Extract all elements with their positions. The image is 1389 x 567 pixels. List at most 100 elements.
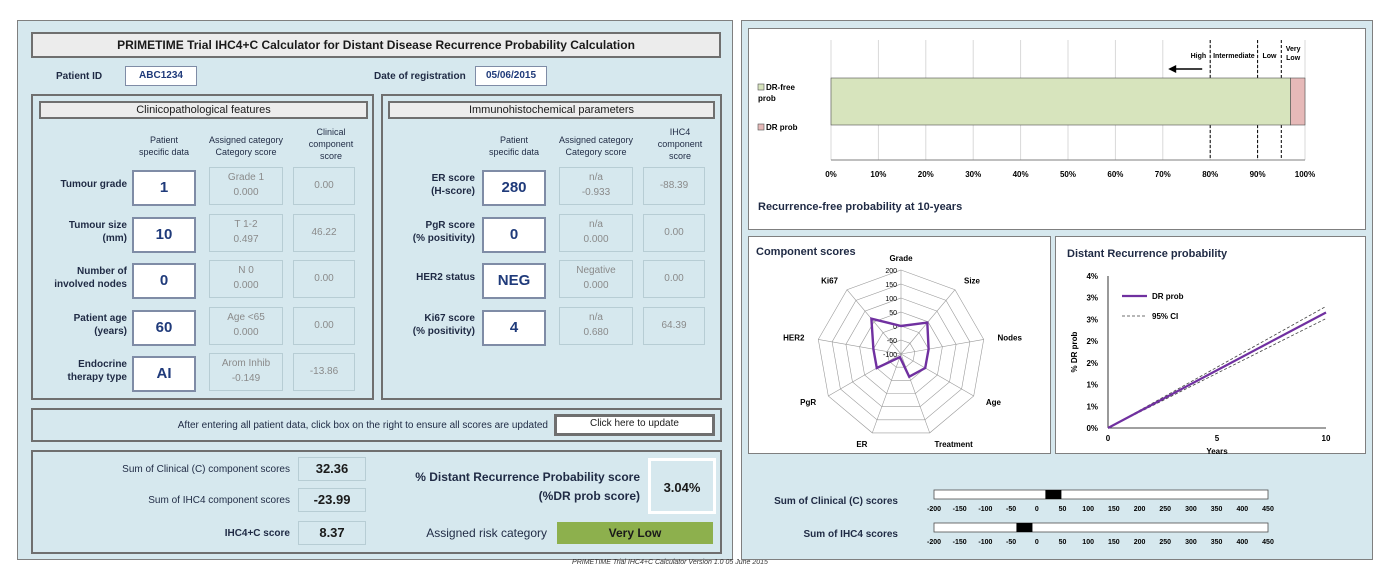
- x-tick-label: 50%: [1060, 170, 1076, 179]
- clinical-component-score: 0.00: [293, 307, 355, 345]
- clinical-col-assigned: Assigned category Category score: [208, 135, 284, 157]
- ihc-section-header: Immunohistochemical parameters: [388, 101, 715, 119]
- clinical-value-input[interactable]: 0: [132, 263, 196, 299]
- clinical-row-label: Tumour size (mm): [68, 220, 127, 244]
- radar-axis-label: Nodes: [998, 333, 1023, 342]
- ihc-row-label: HER2 status: [416, 272, 475, 283]
- scale-tick-label: 250: [1159, 506, 1171, 513]
- radar-axis-label: Grade: [889, 254, 913, 263]
- clinical-row-label: Number of involved nodes: [54, 266, 127, 290]
- clinical-value-input[interactable]: AI: [132, 356, 196, 392]
- clinical-value-input[interactable]: 60: [132, 310, 196, 346]
- x-tick-label: 10%: [870, 170, 886, 179]
- recurrence-free-chart-svg: 0% 10% 20% 30% 40% 50% 60% 70% 80% 90% 100% High Int…: [757, 40, 1315, 213]
- ihc-value-input[interactable]: 0: [482, 217, 546, 253]
- legend-label: DR prob: [1152, 292, 1184, 301]
- x-tick-label: 0: [1106, 434, 1111, 443]
- bar-dr-free: [830, 77, 1291, 126]
- radar-axis-label: Age: [986, 398, 1002, 407]
- ihc-value-input[interactable]: 4: [482, 310, 546, 346]
- x-tick-label: 90%: [1250, 170, 1266, 179]
- radar-tick-label: 200: [885, 268, 897, 275]
- scale-tick-label: 50: [1059, 539, 1067, 546]
- clinical-row-label: Endocrine therapy type: [67, 359, 127, 383]
- x-tick-label: 20%: [918, 170, 934, 179]
- x-tick-label: 0%: [825, 170, 837, 179]
- clinical-assigned-category: Grade 1 0.000: [209, 167, 283, 205]
- ihc-value-input[interactable]: NEG: [482, 263, 546, 299]
- x-tick-label: 70%: [1155, 170, 1171, 179]
- clinical-sum-label: Sum of Clinical (C) component scores: [122, 464, 290, 475]
- zone-label: High: [1191, 53, 1207, 60]
- radar-series: [870, 317, 930, 379]
- radar-tick-label: -50: [887, 338, 897, 345]
- ihc4c-score-label: IHC4+C score: [224, 528, 290, 539]
- scale-tick-label: 100: [1082, 506, 1094, 513]
- radar-tick-label: 50: [889, 310, 897, 317]
- chart-title: Component scores: [756, 246, 856, 258]
- y-tick-label: 1%: [1086, 402, 1098, 411]
- radar-axis-label: Treatment: [935, 440, 974, 449]
- ihc-assigned-category: n/a 0.680: [559, 307, 633, 345]
- scale-tick-label: -150: [953, 539, 967, 546]
- registration-date-input[interactable]: 05/06/2015: [475, 66, 547, 86]
- ihc-assigned-category: n/a 0.000: [559, 214, 633, 252]
- scale-tick-label: 150: [1108, 539, 1120, 546]
- clinical-value-input[interactable]: 10: [132, 217, 196, 253]
- clinical-component-score: 0.00: [293, 260, 355, 298]
- clinical-component-score: 46.22: [293, 214, 355, 252]
- y-tick-label: 0%: [1086, 424, 1098, 433]
- radar-axis-label: Size: [964, 276, 981, 285]
- scale-tick-label: -50: [1006, 506, 1016, 513]
- ihc-col-patient: Patient specific data: [488, 135, 540, 157]
- scale-tick-label: 450: [1262, 506, 1274, 513]
- y-tick-label: 4%: [1086, 272, 1098, 281]
- x-tick-label: 40%: [1013, 170, 1029, 179]
- radar-spoke: [828, 353, 902, 397]
- y-tick-label: 3%: [1086, 294, 1098, 303]
- zone-label: Intermediate: [1213, 53, 1255, 60]
- scale-tick-label: 400: [1236, 539, 1248, 546]
- ihc4-scale-label: Sum of IHC4 scores: [803, 529, 898, 540]
- scale-tick-label: 250: [1159, 539, 1171, 546]
- update-instruction: After entering all patient data, click b…: [177, 420, 548, 431]
- clinical-component-score: -13.86: [293, 353, 355, 391]
- scale-tick-label: 50: [1059, 506, 1067, 513]
- legend-label: 95% CI: [1152, 312, 1178, 321]
- patient-id-input[interactable]: ABC1234: [125, 66, 197, 86]
- radar-axis-label: Ki67: [821, 276, 838, 285]
- scale-tick-label: 150: [1108, 506, 1120, 513]
- risk-category-label: Assigned risk category: [426, 526, 547, 540]
- patient-id-label: Patient ID: [56, 71, 103, 82]
- component-scores-svg: Grade Size Nodes Age Treatment ER PgR HER2 Ki67 2…: [756, 246, 1023, 449]
- ihc-col-component: IHC4 component score: [657, 127, 703, 161]
- clinical-col-component: Clinical component score: [308, 127, 354, 161]
- x-tick-label: 10: [1322, 434, 1331, 443]
- clinical-value-input[interactable]: 1: [132, 170, 196, 206]
- radar-axis-label: PgR: [800, 398, 816, 407]
- bar-dr: [1290, 77, 1306, 126]
- ihc-value-input[interactable]: 280: [482, 170, 546, 206]
- clinical-assigned-category: Arom Inhib -0.149: [209, 353, 283, 391]
- ihc-component-score: 0.00: [643, 260, 705, 298]
- scale-tick-label: 450: [1262, 539, 1274, 546]
- x-tick-label: 5: [1215, 434, 1220, 443]
- update-button[interactable]: Click here to update: [554, 414, 715, 436]
- scale-tick-label: 200: [1134, 506, 1146, 513]
- x-axis-label: Years: [1206, 447, 1228, 454]
- radar-spoke: [900, 339, 984, 355]
- y-axis-label: % DR prob: [1070, 331, 1079, 372]
- clinical-component-score: 0.00: [293, 167, 355, 205]
- scale-tick-label: 0: [1035, 539, 1039, 546]
- scale-track: [933, 489, 1269, 500]
- radar-axis-label: ER: [856, 440, 867, 449]
- scale-tick-label: -50: [1006, 539, 1016, 546]
- ihc-component-score: -88.39: [643, 167, 705, 205]
- clinical-scale-label: Sum of Clinical (C) scores: [774, 496, 898, 507]
- clinical-sum-value: 32.36: [298, 457, 366, 481]
- scale-tick-label: -200: [927, 539, 941, 546]
- ihc-assigned-category: Negative 0.000: [559, 260, 633, 298]
- ihc-row-label: PgR score (% positivity): [412, 220, 475, 244]
- radar-tick-label: 100: [885, 296, 897, 303]
- zone-label: Very Low: [1286, 46, 1301, 62]
